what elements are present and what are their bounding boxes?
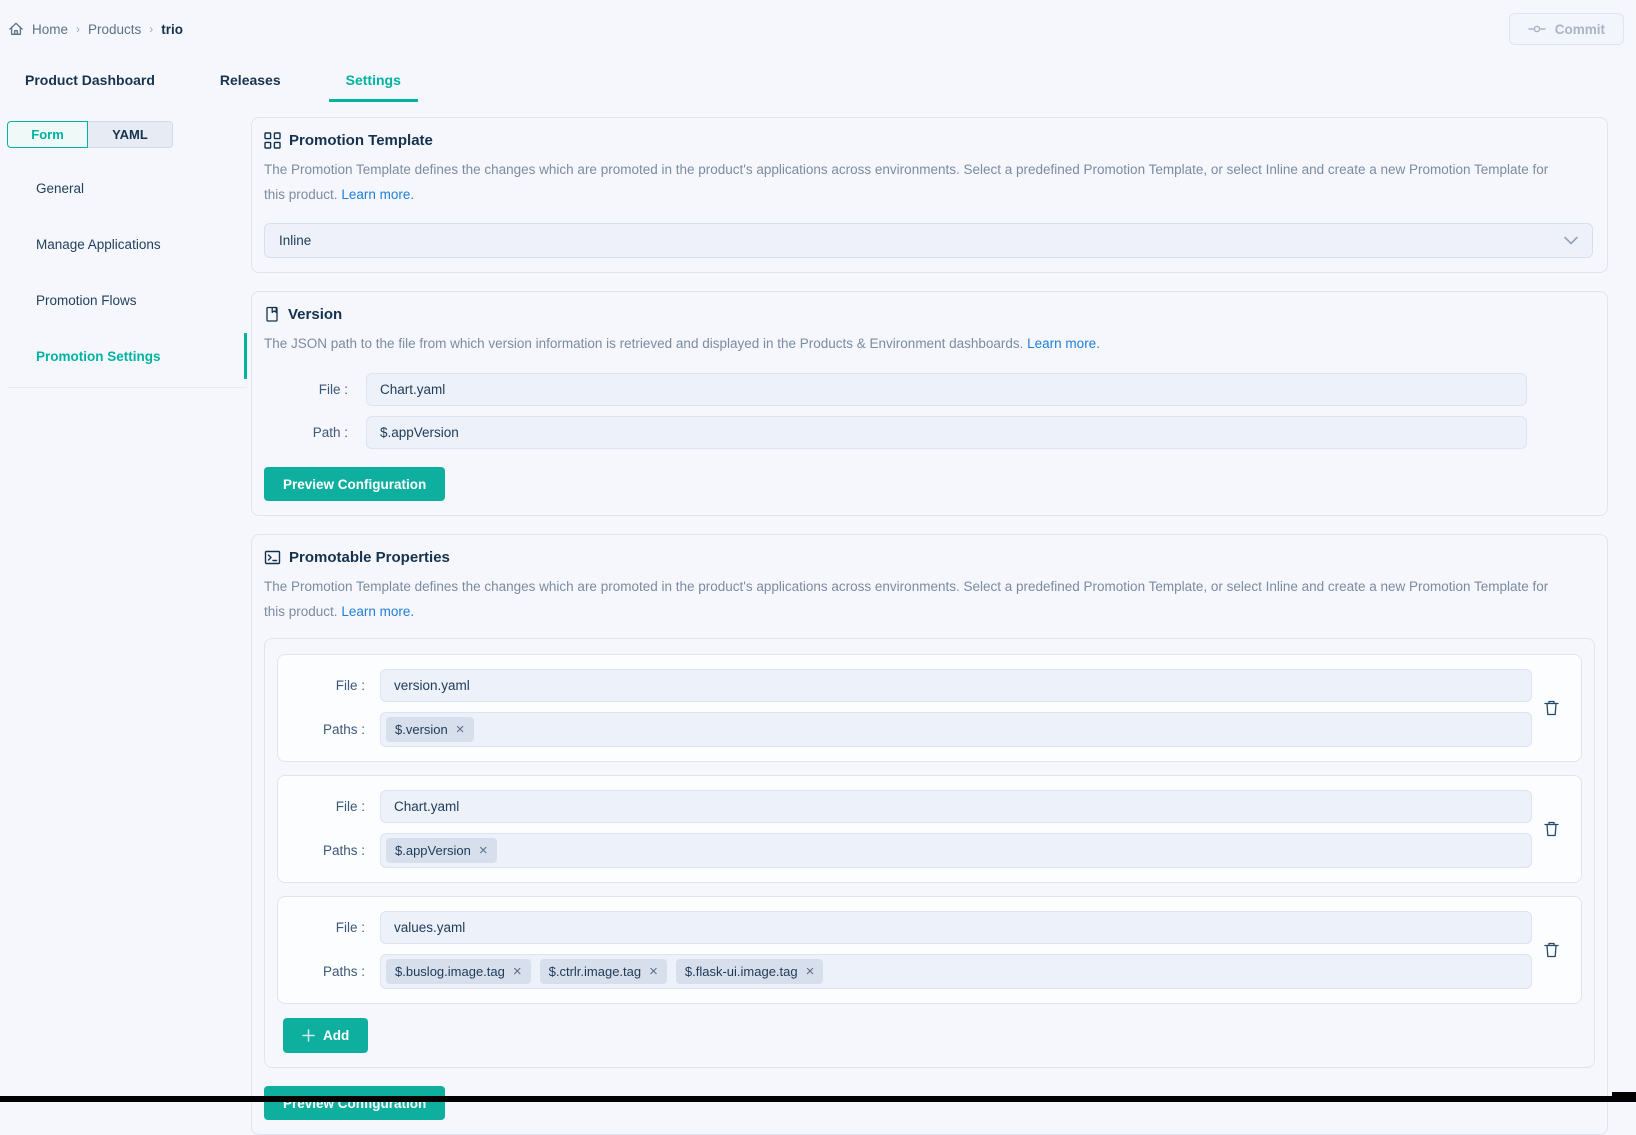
breadcrumb-products[interactable]: Products (88, 22, 141, 37)
promotion-template-icon (264, 132, 281, 149)
promotable-properties-description: The Promotion Template defines the chang… (264, 574, 1554, 624)
sidebar-nav: General Manage Applications Promotion Fl… (0, 160, 247, 384)
form-toggle-button[interactable]: Form (7, 121, 88, 148)
commit-icon (1528, 22, 1546, 36)
property-file-label: File : (278, 799, 373, 814)
path-chip: $.buslog.image.tag× (386, 959, 531, 984)
property-file-input[interactable] (380, 669, 1532, 702)
breadcrumb-home[interactable]: Home (32, 22, 68, 37)
remove-path-icon[interactable]: × (806, 964, 815, 979)
add-property-button[interactable]: Add (283, 1018, 368, 1053)
version-card: Version The JSON path to the file from w… (251, 291, 1608, 516)
remove-path-icon[interactable]: × (479, 843, 488, 858)
promotable-property-row: File : Paths : $.appVersion× (277, 775, 1582, 883)
property-paths-label: Paths : (278, 722, 373, 737)
version-path-label: Path : (264, 425, 356, 440)
promotable-properties-title: Promotable Properties (289, 549, 450, 566)
bottom-bar-artifact (0, 1096, 1636, 1102)
promotable-properties-list: File : Paths : $.version× (264, 638, 1595, 1068)
delete-property-button[interactable] (1541, 939, 1562, 961)
commit-button[interactable]: Commit (1509, 13, 1624, 45)
version-preview-configuration-button[interactable]: Preview Configuration (264, 467, 445, 501)
form-yaml-toggle: Form YAML (7, 121, 173, 148)
breadcrumb-separator: › (149, 22, 153, 36)
sidebar-item-promotion-flows[interactable]: Promotion Flows (0, 272, 247, 328)
plus-icon (302, 1029, 315, 1042)
main-content: Promotion Template The Promotion Templat… (247, 102, 1636, 1096)
promotion-template-card: Promotion Template The Promotion Templat… (251, 117, 1608, 273)
yaml-toggle-button[interactable]: YAML (88, 121, 173, 148)
promotion-template-title: Promotion Template (289, 132, 433, 149)
property-paths-input[interactable]: $.version× (380, 712, 1532, 747)
property-paths-label: Paths : (278, 964, 373, 979)
promotable-property-row: File : Paths : $.buslog.image.tag× $.ctr… (277, 896, 1582, 1004)
property-paths-input[interactable]: $.appVersion× (380, 833, 1532, 868)
promotable-properties-card: Promotable Properties The Promotion Temp… (251, 534, 1608, 1135)
promotable-property-row: File : Paths : $.version× (277, 654, 1582, 762)
property-file-label: File : (278, 678, 373, 693)
breadcrumb: Home › Products › trio (8, 21, 183, 37)
version-path-input[interactable] (366, 416, 1527, 449)
properties-preview-configuration-button[interactable]: Preview Configuration (264, 1086, 445, 1120)
sidebar-item-general[interactable]: General (0, 160, 247, 216)
settings-sidebar: Form YAML General Manage Applications Pr… (0, 102, 247, 1096)
delete-property-button[interactable] (1541, 818, 1562, 840)
tab-bar: Product Dashboard Releases Settings (0, 58, 1636, 102)
learn-more-link[interactable]: Learn more. (341, 187, 414, 202)
promotion-template-select[interactable]: Inline (264, 223, 1593, 258)
learn-more-link[interactable]: Learn more. (1027, 336, 1100, 351)
remove-path-icon[interactable]: × (456, 722, 465, 737)
path-chip: $.flask-ui.image.tag× (676, 959, 824, 984)
remove-path-icon[interactable]: × (513, 964, 522, 979)
breadcrumb-current: trio (161, 22, 183, 37)
property-paths-label: Paths : (278, 843, 373, 858)
learn-more-link[interactable]: Learn more. (341, 604, 414, 619)
top-bar: Home › Products › trio Commit (0, 0, 1636, 58)
remove-path-icon[interactable]: × (649, 964, 658, 979)
property-file-input[interactable] (380, 911, 1532, 944)
path-chip: $.version× (386, 717, 474, 742)
delete-property-button[interactable] (1541, 697, 1562, 719)
sidebar-divider (8, 387, 247, 388)
version-file-label: File : (264, 382, 356, 397)
add-button-label: Add (323, 1028, 349, 1043)
promotion-template-select-value: Inline (279, 233, 311, 248)
version-description: The JSON path to the file from which ver… (264, 331, 1554, 356)
commit-button-label: Commit (1555, 22, 1605, 37)
property-file-input[interactable] (380, 790, 1532, 823)
promotable-properties-icon (264, 549, 281, 566)
home-icon[interactable] (8, 21, 24, 37)
tab-settings[interactable]: Settings (329, 58, 418, 102)
version-title: Version (288, 306, 342, 323)
version-file-input[interactable] (366, 373, 1527, 406)
version-icon (264, 306, 280, 323)
tab-product-dashboard[interactable]: Product Dashboard (8, 58, 172, 102)
path-chip: $.appVersion× (386, 838, 497, 863)
tab-releases[interactable]: Releases (203, 58, 298, 102)
promotion-template-description: The Promotion Template defines the chang… (264, 157, 1554, 207)
breadcrumb-separator: › (76, 22, 80, 36)
property-file-label: File : (278, 920, 373, 935)
chevron-down-icon (1564, 236, 1578, 245)
property-paths-input[interactable]: $.buslog.image.tag× $.ctrlr.image.tag× $… (380, 954, 1532, 989)
sidebar-item-manage-applications[interactable]: Manage Applications (0, 216, 247, 272)
path-chip: $.ctrlr.image.tag× (540, 959, 667, 984)
sidebar-item-promotion-settings[interactable]: Promotion Settings (0, 328, 247, 384)
